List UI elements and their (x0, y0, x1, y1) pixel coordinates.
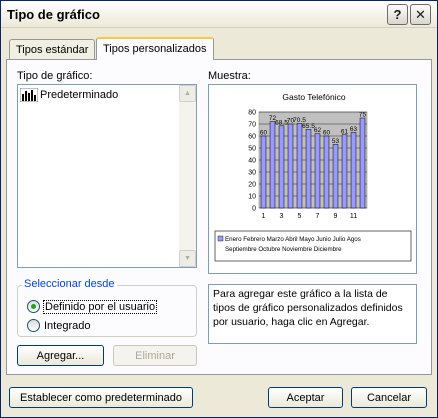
delete-button: Eliminar (113, 345, 197, 366)
scroll-up-button[interactable]: ▲ (179, 85, 196, 102)
y-tick-label: 0 (252, 206, 256, 213)
y-tick-label: 70 (248, 122, 256, 129)
radio-built-in-label: Integrado (44, 319, 91, 332)
data-label: 62 (314, 127, 322, 134)
chevron-up-icon: ▲ (184, 90, 191, 97)
y-tick-label: 30 (248, 170, 256, 177)
bar (314, 133, 321, 209)
preview-label: Muestra: (208, 70, 251, 82)
y-tick-label: 40 (248, 158, 256, 165)
y-tick-label: 20 (248, 182, 256, 189)
x-tick-label: 9 (334, 213, 338, 220)
bar (287, 123, 294, 209)
tab-custom-types[interactable]: Tipos personalizados (96, 37, 214, 60)
list-scrollbar[interactable]: ▲ ▼ (179, 85, 196, 267)
title-bar[interactable]: Tipo de gráfico ? ✕ (1, 1, 437, 28)
scroll-down-button[interactable]: ▼ (179, 250, 196, 267)
radio-user-defined[interactable]: Definido por el usuario (27, 299, 158, 314)
bar (323, 135, 330, 209)
bar (260, 135, 267, 209)
list-item-label: Predeterminado (40, 88, 119, 101)
y-tick-label: 10 (248, 194, 256, 201)
radio-unchecked-icon[interactable] (27, 319, 40, 332)
x-tick-label: 5 (298, 213, 302, 220)
y-tick-label: 60 (248, 134, 256, 141)
data-label: 60 (323, 130, 331, 137)
data-label: 61 (341, 128, 349, 135)
cancel-button[interactable]: Cancelar (351, 387, 427, 408)
x-tick-label: 1 (262, 213, 266, 220)
bar (359, 117, 366, 209)
chart-preview: Gasto Telefónico 0 10 20 30 40 50 60 70 80 60 72 68.… (208, 84, 417, 274)
close-button[interactable]: ✕ (410, 4, 431, 25)
bar (278, 125, 285, 209)
window-title: Tipo de gráfico (7, 7, 100, 22)
data-label: 60 (260, 130, 268, 137)
help-icon: ? (393, 7, 402, 22)
bar (305, 129, 312, 209)
bar (332, 144, 339, 209)
x-tick-label: 7 (316, 213, 320, 220)
x-tick-label: 3 (280, 213, 284, 220)
legend-line-2: Septiembre Octubre Noviembre Diciembre (225, 246, 342, 253)
description-text: Para agregar este gráfico a la lista de … (208, 284, 417, 344)
y-tick-label: 80 (248, 110, 256, 117)
bar (341, 134, 348, 209)
bar (350, 132, 357, 209)
chart-type-list[interactable]: Predeterminado ▲ ▼ (17, 84, 197, 268)
close-icon: ✕ (415, 6, 426, 22)
select-from-label: Seleccionar desde (22, 278, 117, 290)
chevron-down-icon: ▼ (184, 255, 191, 262)
list-item[interactable]: Predeterminado (20, 87, 118, 102)
radio-checked-icon[interactable] (27, 300, 40, 313)
ok-button[interactable]: Aceptar (268, 387, 343, 408)
radio-user-defined-label: Definido por el usuario (42, 299, 158, 314)
chart-svg: Gasto Telefónico01020304050607080607268.… (214, 92, 412, 262)
chart-icon (20, 87, 38, 102)
y-tick-label: 50 (248, 146, 256, 153)
chart-type-label: Tipo de gráfico: (17, 70, 93, 82)
data-label: 75 (359, 112, 367, 119)
bar (269, 121, 276, 209)
chart-title: Gasto Telefónico (282, 92, 345, 102)
tab-standard-types[interactable]: Tipos estándar (9, 39, 95, 59)
x-tick-label: 11 (350, 213, 357, 220)
add-button[interactable]: Agregar... (17, 345, 104, 366)
bar (296, 123, 303, 209)
help-button[interactable]: ? (387, 4, 408, 25)
data-label: 63 (350, 126, 358, 133)
data-label: 53 (332, 138, 340, 145)
radio-built-in[interactable]: Integrado (27, 319, 90, 332)
legend-swatch (217, 235, 224, 242)
set-default-button[interactable]: Establecer como predeterminado (9, 387, 193, 408)
legend-line-1: Enero Febrero Marzo Abril Mayo Junio Jul… (225, 236, 361, 243)
